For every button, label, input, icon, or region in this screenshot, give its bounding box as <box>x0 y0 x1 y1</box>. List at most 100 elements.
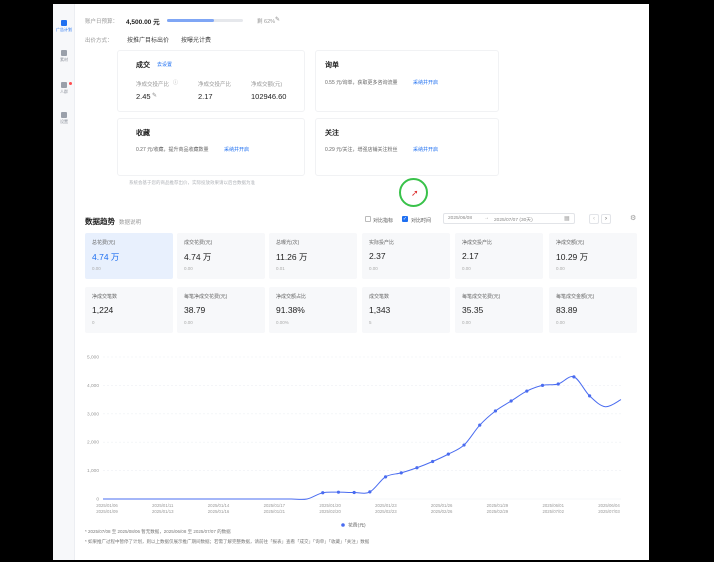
metric-tile-label: 总花费(元) <box>92 240 116 246</box>
data-point <box>415 466 419 470</box>
sidebar-item-label: 广告计划 <box>56 27 72 32</box>
trend-subtitle-link[interactable]: 数据说明 <box>119 218 141 226</box>
metric-tile[interactable]: 净成交额占比 91.38% 0.00% <box>269 287 357 333</box>
deal-metric-label-2: 净成交投产比 <box>198 82 232 88</box>
x-tick-label: 2025/01/09 <box>96 509 118 514</box>
x-tick-label: 2025/07/03 <box>598 509 620 514</box>
metric-tile[interactable]: 成交花费(元) 4.74 万 0.00 <box>177 233 265 279</box>
prev-page-button[interactable]: ‹ <box>589 214 599 224</box>
metric-tile-compare: 0.00 <box>369 266 378 271</box>
metric-tile[interactable]: 净成交投产比 2.17 0.00 <box>455 233 543 279</box>
data-point <box>509 399 513 403</box>
order-card-title: 询单 <box>325 62 339 69</box>
collect-adopt-link[interactable]: 采纳并开启 <box>224 146 249 153</box>
data-point <box>462 443 466 447</box>
info-icon[interactable]: ⓘ <box>173 79 178 86</box>
x-tick-label: 2025/01/11 <box>152 503 174 508</box>
y-tick-label: 0 <box>96 497 99 503</box>
data-point <box>321 491 325 495</box>
sidebar-item-material[interactable]: 素材 <box>53 48 75 74</box>
metric-tile-label: 每笔成交花费(元) <box>462 294 501 300</box>
trend-title: 数据趋势 <box>85 217 115 226</box>
gear-icon[interactable]: ⚙ <box>630 214 636 222</box>
follow-adopt-link[interactable]: 采纳并开启 <box>413 146 438 153</box>
settings-icon <box>61 112 67 118</box>
metric-tile[interactable]: 每笔净成交花费(元) 38.79 0.00 <box>177 287 265 333</box>
date-separator: → <box>484 216 489 221</box>
metric-tile-value: 1,224 <box>92 305 114 315</box>
sidebar-item-audience[interactable]: 人群 <box>53 80 75 106</box>
cursor-icon: ➚ <box>411 188 419 198</box>
data-point <box>493 409 498 413</box>
deal-metric-value-2: 2.17 <box>198 92 213 101</box>
metric-tile[interactable]: 每笔成交花费(元) 35.35 0.00 <box>455 287 543 333</box>
period-checkbox[interactable]: ✓ <box>402 216 408 222</box>
metric-tile-value: 4.74 万 <box>184 252 212 262</box>
sidebar-item-label: 人群 <box>60 89 68 94</box>
metric-tile-compare: 5 <box>369 320 372 325</box>
y-tick-label: 2,000 <box>87 440 99 446</box>
metric-tile-label: 净成交投产比 <box>462 240 493 246</box>
next-page-button[interactable]: › <box>601 214 611 224</box>
sidebar-item-label: 素材 <box>60 57 68 62</box>
plan-icon <box>61 20 67 26</box>
metric-tile-value: 4.74 万 <box>92 252 120 262</box>
date-range-picker[interactable]: 2025/06/08 → 2025/07/07 (30天) ▦ <box>443 213 575 224</box>
metric-tile-value: 11.26 万 <box>276 252 308 262</box>
data-point <box>352 490 356 495</box>
metric-tile-label: 净成交额占比 <box>276 294 307 300</box>
sidebar-item-plan[interactable]: 广告计划 <box>53 18 75 44</box>
material-icon <box>61 50 67 56</box>
bid-option-target[interactable]: 按推广目标出价 <box>127 35 169 44</box>
budget-progress-fill <box>167 19 215 22</box>
deal-metric-label-3: 净成交额(元) <box>251 82 283 88</box>
x-tick-label: 2025/02/23 <box>375 509 397 514</box>
metric-tile[interactable]: 实际投产比 2.37 0.00 <box>362 233 450 279</box>
edit-icon[interactable]: ✎ <box>275 16 280 23</box>
metric-tile[interactable]: 每笔成交金额(元) 83.89 0.00 <box>549 287 637 333</box>
metric-tile-value: 2.17 <box>462 251 479 261</box>
metric-tile-compare: 0.00 <box>184 320 193 325</box>
x-tick-label: 2025/01/17 <box>264 503 286 508</box>
follow-card: 关注 0.29 元/关注，增强店铺关注粉丝 采纳并开启 <box>315 118 499 176</box>
main-content: 账户日预算： 4,500.00 元 剩 62% ✎ 出价方式： 按推广目标出价 … <box>81 4 649 560</box>
sidebar-item-settings[interactable]: 设置 <box>53 110 75 136</box>
metric-tile-label: 净成交额(元) <box>556 240 585 246</box>
metric-tile[interactable]: 净成交笔数 1,224 0 <box>85 287 173 333</box>
metric-tile-label: 总曝光(次) <box>276 240 300 246</box>
order-adopt-link[interactable]: 采纳并开启 <box>413 79 438 86</box>
metric-tile-value: 35.35 <box>462 305 484 315</box>
deal-card-title: 成交 <box>136 62 150 69</box>
deal-setting-link[interactable]: 去设置 <box>157 61 172 68</box>
metric-tile-label: 净成交笔数 <box>92 294 118 300</box>
follow-card-title: 关注 <box>325 130 339 137</box>
data-point <box>368 490 372 494</box>
x-tick-label: 2025/07/02 <box>542 509 564 514</box>
app-window: 广告计划 素材 人群 设置 账户日预算： 4,500.00 元 剩 62% ✎ … <box>53 4 649 560</box>
metric-tile-label: 每笔成交金额(元) <box>556 294 595 300</box>
compare-checkbox[interactable] <box>365 216 371 222</box>
edit-icon[interactable]: ✎ <box>152 92 157 99</box>
metric-tile-compare: 0.00 <box>462 320 471 325</box>
metric-tile-label: 成交笔数 <box>369 294 390 300</box>
data-point <box>446 452 450 456</box>
metric-tile-value: 38.79 <box>184 305 206 315</box>
date-end: 2025/07/07 (30天) <box>494 218 533 223</box>
metric-tile[interactable]: 总曝光(次) 11.26 万 0.01 <box>269 233 357 279</box>
data-point <box>525 389 529 393</box>
audience-icon <box>61 82 67 88</box>
metric-tile-compare: 0.00 <box>92 266 101 271</box>
order-card-desc: 0.55 元/询单，获取更多咨询流量 <box>325 80 398 86</box>
data-point <box>478 423 482 427</box>
bid-option-exposure[interactable]: 按曝光计费 <box>181 35 211 44</box>
x-tick-label: 2025/01/20 <box>319 503 341 508</box>
deal-metric-value-3: 102946.60 <box>251 92 287 101</box>
metric-tile[interactable]: 总花费(元) 4.74 万 0.00 <box>85 233 173 279</box>
metric-tile[interactable]: 成交笔数 1,343 5 <box>362 287 450 333</box>
x-tick-label: 2025/01/23 <box>375 503 397 508</box>
metric-tile-compare: 0.00 <box>556 266 565 271</box>
metric-tile[interactable]: 净成交额(元) 10.29 万 0.00 <box>549 233 637 279</box>
data-point <box>336 490 341 494</box>
metric-tile-compare: 0.00 <box>184 266 193 271</box>
x-tick-label: 2025/01/06 <box>96 503 118 508</box>
